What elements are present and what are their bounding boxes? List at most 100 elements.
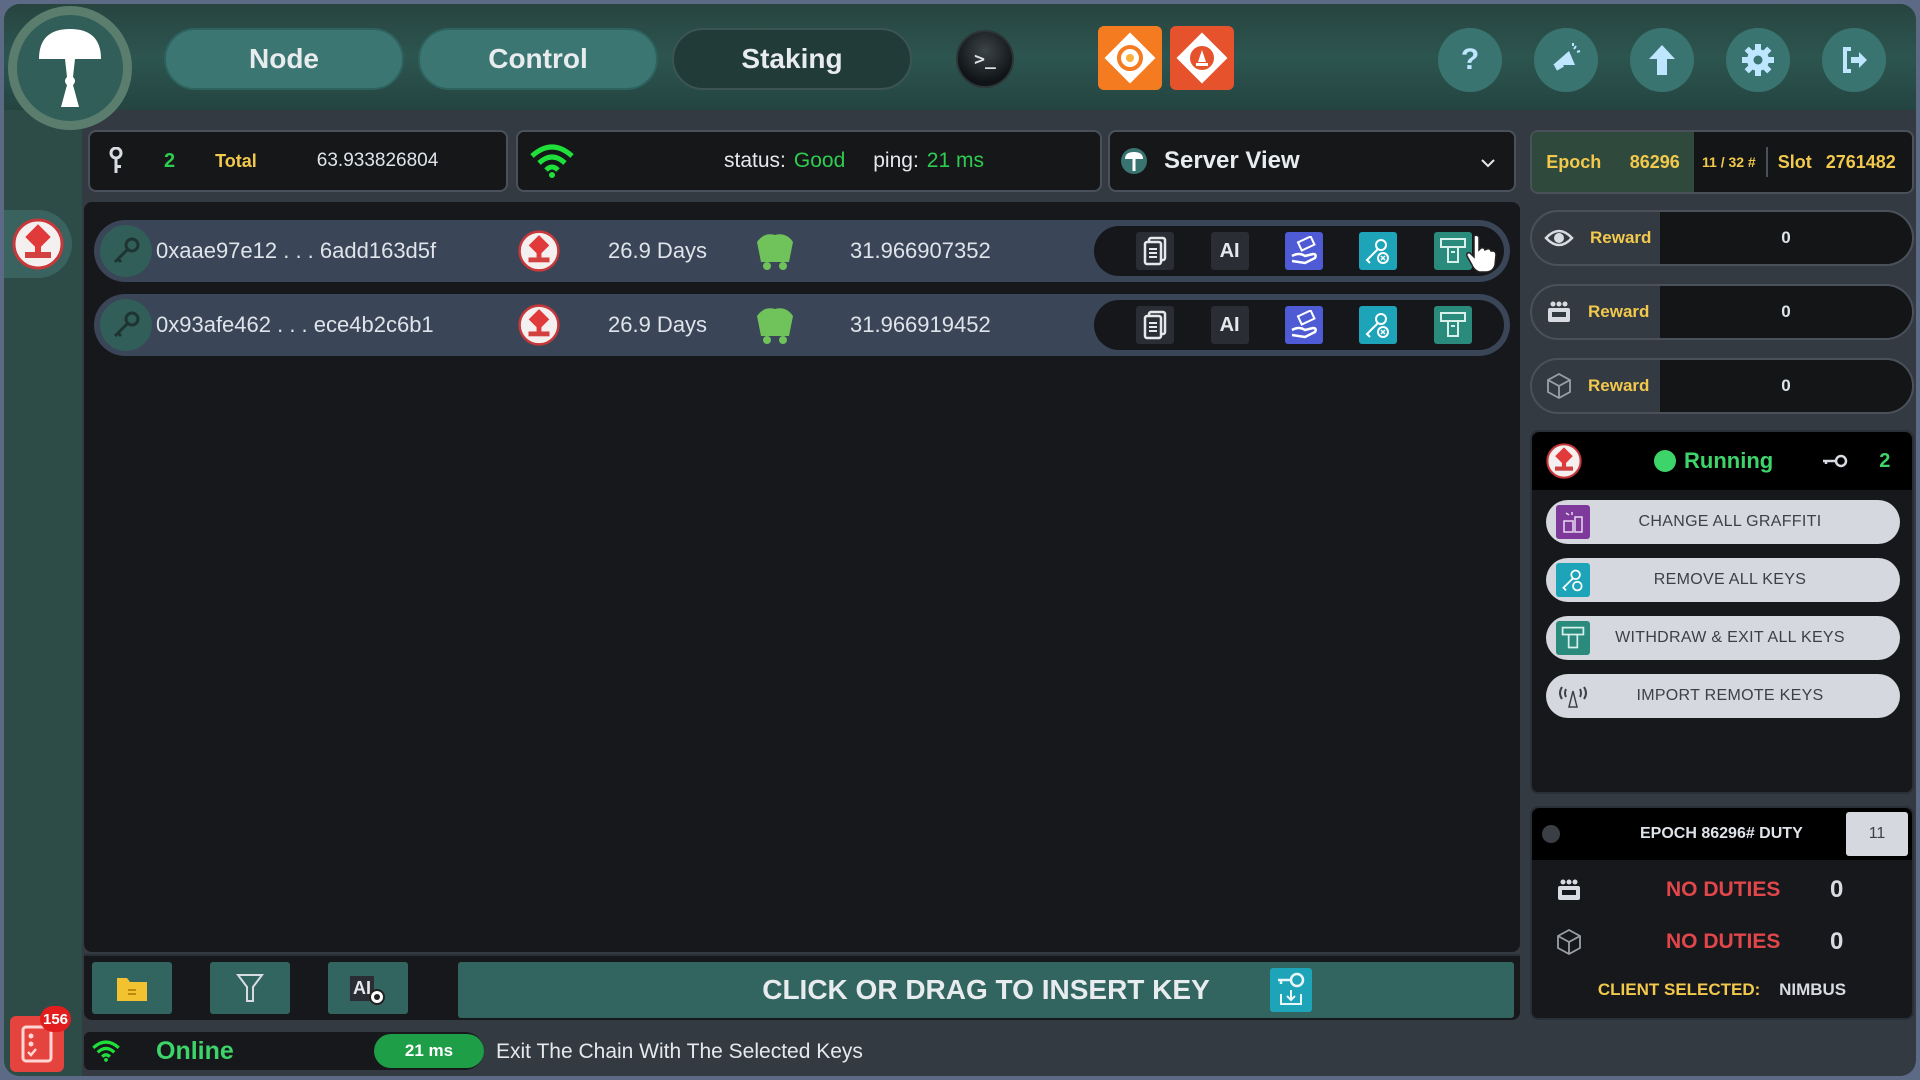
status-value: Good [793,149,846,172]
key-row[interactable]: 0xaae97e12 . . . 6add163d5f 26.9 Days 31… [94,220,1510,282]
ping-value: 21 ms [926,149,984,172]
key-row[interactable]: 0x93afe462 . . . ece4b2c6b1 26.9 Days 31… [94,294,1510,356]
client-selected-label: CLIENT SELECTED: [1597,980,1761,999]
tab-control-label: Control [488,43,588,74]
row-actions: AI [1094,226,1504,276]
update-button[interactable] [1630,28,1694,92]
ping-badge: 21 ms [374,1034,484,1068]
reward-label: Reward [1590,228,1652,247]
folder-icon [117,978,147,1001]
announcements-button[interactable] [1534,28,1598,92]
left-sidebar: 156 [4,110,82,1076]
prometheus-button[interactable] [1170,26,1234,90]
hand-money-icon [1291,236,1317,265]
reward-value: 0 [1660,360,1912,412]
control-header: Running 2 [1532,432,1912,490]
help-button[interactable]: ? [1438,28,1502,92]
withdraw-exit-icon [1439,312,1466,337]
copy-button[interactable] [1136,306,1175,344]
key-pubkey[interactable]: 0xaae97e12 . . . 6add163d5f [156,238,436,264]
import-remote-keys-button[interactable]: IMPORT REMOTE KEYS [1546,674,1900,718]
open-folder-button[interactable] [92,962,172,1014]
nimbus-client-icon [518,304,560,346]
epoch-label: Epoch [1546,151,1602,172]
key-count: 2 [164,149,176,172]
insert-key-dropzone[interactable]: CLICK OR DRAG TO INSERT KEY [458,962,1514,1018]
key-balance: 31.966907352 [850,238,991,263]
wifi-icon [530,144,574,178]
notification-count-badge: 156 [40,1006,72,1032]
ai-icon: AI [1219,239,1240,262]
filter-button[interactable] [210,962,290,1014]
key-balance: 31.966919452 [850,312,991,337]
epoch-info: Epoch 86296 11 / 32 # Slot 2761482 [1530,130,1914,194]
key-icon [1823,454,1848,468]
nimbus-client-icon [12,218,64,270]
duty-status-icon [1542,825,1560,843]
megaphone-icon [1553,43,1581,71]
reward-value: 0 [1660,212,1912,264]
minecart-icon [757,234,793,270]
fee-recipient-button[interactable] [1284,232,1323,270]
sync-committee-reward: Reward 0 [1530,284,1914,340]
attestation-reward: Reward 0 [1530,210,1914,266]
tab-node-label: Node [249,43,319,74]
running-indicator-icon [1654,450,1676,472]
withdraw-exit-all-keys-button[interactable]: WITHDRAW & EXIT ALL KEYS [1546,616,1900,660]
settings-button[interactable] [1726,28,1790,92]
status-label: status: [724,149,786,172]
change-all-graffiti-button[interactable]: CHANGE ALL GRAFFITI [1546,500,1900,544]
epoch-value: 86296 [1629,151,1680,172]
tab-control[interactable]: Control [418,28,658,90]
gear-icon [1742,44,1774,76]
key-icon [113,311,140,338]
copy-icon [1143,236,1167,266]
divider [1765,147,1768,177]
ai-analysis-button[interactable]: AI [328,962,408,1014]
key-badge [100,225,152,277]
eye-icon [1544,229,1574,247]
client-status: Running [1684,448,1774,473]
chevron-down-icon [1481,159,1495,168]
wifi-icon [92,1040,120,1062]
terminal-button[interactable]: >_ [956,30,1014,88]
online-status: Online [156,1036,234,1065]
proposal-duty-row: NO DUTIES 0 [1532,922,1912,962]
remove-key-button[interactable] [1359,232,1398,270]
remote-signal-icon [1556,679,1590,713]
grafana-icon [1104,32,1156,84]
logout-button[interactable] [1822,28,1886,92]
client-selected: CLIENT SELECTED: NIMBUS [1532,980,1912,1000]
server-view-dropdown[interactable]: Server View [1108,130,1516,192]
validator-control-panel: Running 2 CHANGE ALL GRAFFITI REMOVE ALL… [1530,430,1914,794]
withdraw-exit-icon [1556,621,1590,655]
remove-key-button[interactable] [1359,306,1398,344]
tab-staking[interactable]: Staking [672,28,912,90]
fee-recipient-button[interactable] [1284,306,1323,344]
slot-section: 11 / 32 # Slot 2761482 [1694,132,1912,192]
duty-count: 0 [1830,928,1844,955]
ai-button[interactable]: AI [1210,232,1249,270]
withdraw-exit-button[interactable] [1433,306,1472,344]
epoch-section: Epoch 86296 [1532,132,1694,192]
tab-node[interactable]: Node [164,28,404,90]
key-pubkey[interactable]: 0x93afe462 . . . ece4b2c6b1 [156,312,434,338]
row-actions: AI [1094,300,1504,350]
app-logo[interactable] [8,6,132,130]
nimbus-client-icon [1546,443,1582,479]
duty-slot-box[interactable]: 11 [1846,812,1908,856]
arrow-up-icon [1649,45,1675,75]
cube-icon [1557,928,1581,956]
committee-icon [1548,301,1570,322]
duty-header: EPOCH 86296# DUTY 11 [1532,808,1912,860]
grafana-button[interactable] [1098,26,1162,90]
remove-all-keys-button[interactable]: REMOVE ALL KEYS [1546,558,1900,602]
insert-key-icon-badge [1270,968,1312,1012]
copy-button[interactable] [1136,232,1175,270]
sidebar-item-nimbus[interactable] [4,210,72,278]
server-view-label: Server View [1164,147,1300,174]
ai-button[interactable]: AI [1210,306,1249,344]
nimbus-client-icon [518,230,560,272]
minecart-icon [757,308,793,344]
button-label: WITHDRAW & EXIT ALL KEYS [1615,629,1845,646]
